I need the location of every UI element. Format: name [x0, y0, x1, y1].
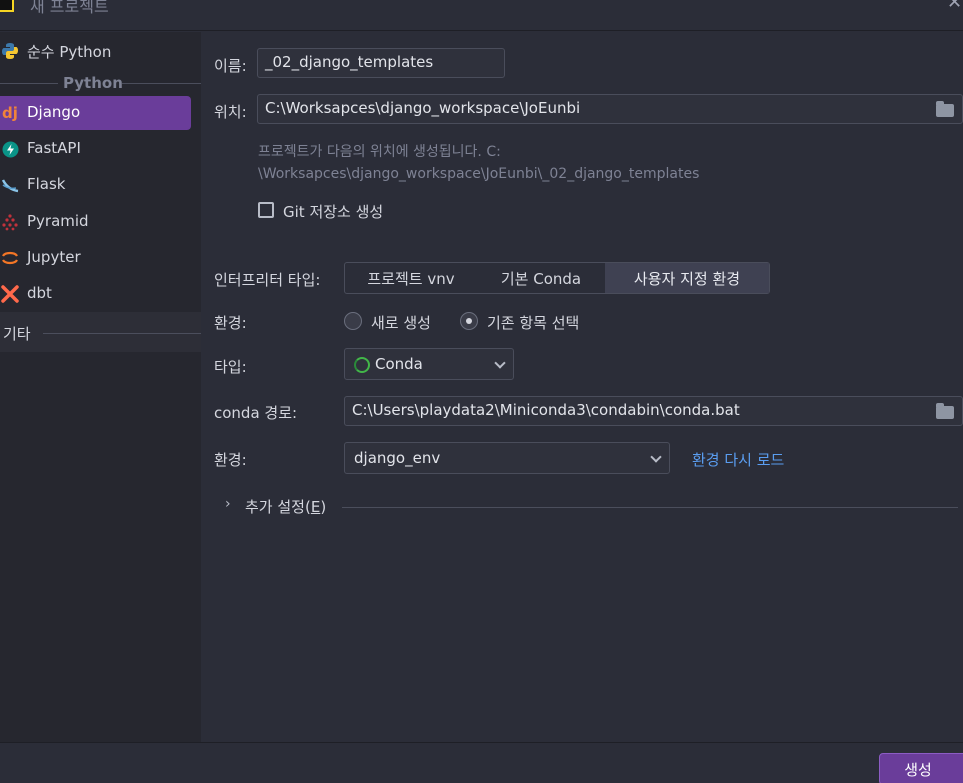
- create-button[interactable]: 생성: [879, 753, 963, 783]
- folder-browse-icon[interactable]: [936, 101, 954, 117]
- new-env-radio[interactable]: [344, 312, 362, 330]
- divider: [0, 83, 58, 84]
- existing-env-radio-label: 기존 항목 선택: [487, 314, 580, 332]
- python-icon: [1, 42, 19, 60]
- hint-line: 프로젝트가 다음의 위치에 생성됩니다. C:: [258, 144, 501, 160]
- env-mode-label: 환경:: [214, 314, 247, 332]
- sidebar-item-label: Jupyter: [27, 248, 81, 266]
- chevron-right-icon: ›: [225, 496, 231, 512]
- fastapi-icon: [1, 140, 19, 158]
- sidebar-item-flask[interactable]: Flask: [0, 168, 201, 202]
- title-bar: 새 프로젝트 ✕: [0, 0, 963, 31]
- chevron-down-icon: [650, 451, 662, 463]
- divider: [122, 83, 201, 84]
- location-label: 위치:: [214, 103, 247, 121]
- sidebar-group-other[interactable]: 기타: [0, 312, 201, 352]
- sidebar-item-label: dbt: [27, 284, 52, 302]
- interpreter-type-segmented: 프로젝트 vnv 기본 Conda 사용자 지정 환경: [344, 262, 770, 294]
- new-env-radio-label: 새로 생성: [371, 314, 431, 332]
- divider: [43, 333, 201, 334]
- more-settings-suffix: ): [320, 498, 327, 516]
- interpreter-type-label: 인터프리터 타입:: [214, 271, 321, 289]
- sidebar-item-label: Pyramid: [27, 212, 89, 230]
- jupyter-icon: [1, 249, 19, 267]
- project-location-field[interactable]: C:\Worksapces\django_workspace\JoEunbi: [257, 94, 963, 124]
- project-type-sidebar: 순수 Python Python dj Django FastAPI Flask…: [0, 32, 201, 742]
- interpreter-option-custom-env[interactable]: 사용자 지정 환경: [605, 263, 769, 293]
- sidebar-item-jupyter[interactable]: Jupyter: [0, 241, 201, 275]
- folder-browse-icon[interactable]: [936, 403, 954, 419]
- git-repo-label: Git 저장소 생성: [283, 203, 384, 221]
- project-name-field[interactable]: _02_django_templates: [257, 48, 505, 78]
- sidebar-item-fastapi[interactable]: FastAPI: [0, 132, 201, 166]
- conda-path-label: conda 경로:: [214, 404, 298, 422]
- hint-line: \Worksapces\django_workspace\JoEunbi\_02…: [258, 166, 700, 182]
- pyramid-icon: [1, 213, 19, 231]
- dialog-footer: 생성: [0, 742, 963, 783]
- flask-icon: [1, 176, 19, 194]
- type-label: 타입:: [214, 358, 247, 376]
- divider: [342, 507, 958, 508]
- git-repo-checkbox[interactable]: [258, 202, 274, 218]
- env-dropdown-value: django_env: [354, 449, 441, 467]
- location-hint: 프로젝트가 다음의 위치에 생성됩니다. C: \Worksapces\djan…: [258, 141, 718, 185]
- name-label: 이름:: [214, 57, 247, 75]
- env-label: 환경:: [214, 451, 247, 469]
- close-icon[interactable]: ✕: [947, 0, 962, 13]
- sidebar-item-label: Flask: [27, 175, 66, 193]
- sidebar-item-dbt[interactable]: dbt: [0, 277, 201, 311]
- chevron-down-icon: [494, 357, 506, 369]
- existing-env-radio[interactable]: [460, 312, 478, 330]
- sidebar-item-label: Django: [27, 103, 81, 121]
- group-label-other: 기타: [3, 325, 31, 343]
- python-group-separator: Python: [0, 74, 201, 92]
- interpreter-option-project-venv[interactable]: 프로젝트 vnv: [345, 263, 477, 293]
- interpreter-option-base-conda[interactable]: 기본 Conda: [477, 263, 605, 293]
- conda-path-field[interactable]: C:\Users\playdata2\Miniconda3\condabin\c…: [344, 396, 963, 426]
- dbt-icon: [1, 285, 19, 303]
- django-icon: dj: [2, 104, 18, 122]
- conda-icon: [354, 357, 370, 373]
- sidebar-item-label: FastAPI: [27, 139, 81, 157]
- sidebar-item-django[interactable]: dj Django: [0, 96, 191, 130]
- type-dropdown-value: Conda: [375, 355, 423, 373]
- sidebar-item-label: 순수 Python: [27, 43, 112, 61]
- more-settings-prefix: 추가 설정(: [245, 498, 311, 516]
- reload-env-link[interactable]: 환경 다시 로드: [692, 449, 784, 470]
- more-settings-mnemonic: E: [310, 498, 321, 516]
- sidebar-item-pyramid[interactable]: Pyramid: [0, 205, 201, 239]
- pycharm-app-icon: [0, 0, 14, 12]
- more-settings-label: 추가 설정(E): [245, 496, 326, 517]
- group-label-python: Python: [63, 74, 123, 92]
- sidebar-item-pure-python[interactable]: 순수 Python: [0, 34, 201, 68]
- type-dropdown[interactable]: Conda: [344, 348, 514, 380]
- window-title: 새 프로젝트: [30, 0, 109, 16]
- env-dropdown[interactable]: django_env: [344, 442, 670, 474]
